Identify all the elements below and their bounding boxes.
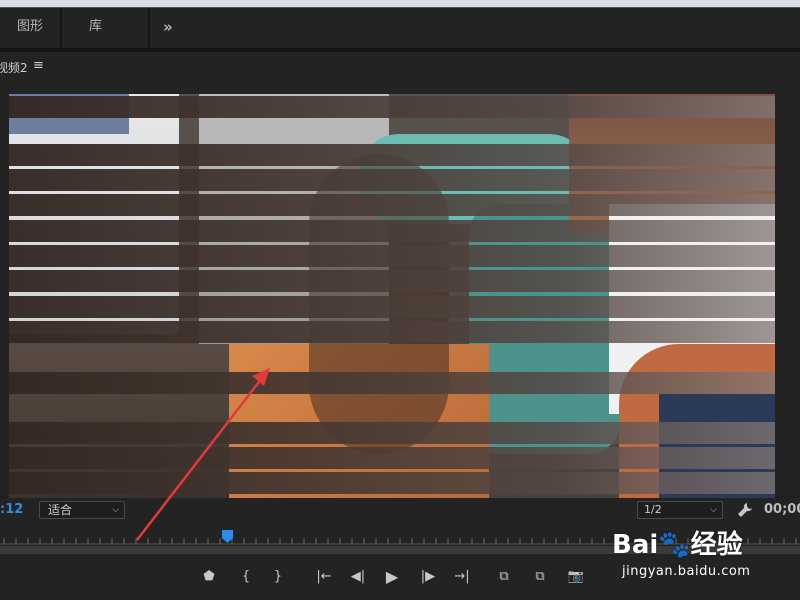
zoom-fit-select[interactable]: 适合 ⌵ bbox=[39, 501, 125, 519]
tab-divider bbox=[148, 8, 150, 48]
zoom-fit-value: 适合 bbox=[48, 503, 73, 517]
playhead-marker[interactable] bbox=[222, 530, 233, 543]
add-marker-button[interactable]: ⬟ bbox=[197, 565, 221, 587]
go-to-out-button[interactable]: →| bbox=[450, 565, 474, 587]
mark-in-button[interactable]: { bbox=[234, 565, 258, 587]
mark-out-button[interactable]: } bbox=[266, 565, 290, 587]
blind-stripe bbox=[9, 372, 775, 394]
tab-overflow-button[interactable]: » bbox=[163, 8, 173, 48]
watermark-logo-cn: 经验 bbox=[690, 530, 743, 560]
tab-divider bbox=[60, 8, 62, 48]
step-back-button[interactable]: ◀| bbox=[346, 565, 370, 587]
wrench-icon[interactable] bbox=[736, 501, 752, 519]
watermark-url: jingyan.baidu.com bbox=[622, 564, 751, 579]
blind-stripe bbox=[9, 144, 775, 166]
baidu-jingyan-watermark: Bai🐾经验 jingyan.baidu.com bbox=[612, 520, 792, 586]
duration-timecode: 00;00 bbox=[764, 502, 800, 517]
chevron-down-icon: ⌵ bbox=[710, 505, 717, 515]
blind-stripe bbox=[9, 245, 775, 267]
play-button[interactable]: ▶ bbox=[380, 565, 404, 587]
tab-libraries[interactable]: 库 bbox=[89, 8, 102, 48]
panel-menu-icon[interactable]: ≡ bbox=[33, 58, 44, 73]
panel-tab-bar: 图形 库 » bbox=[0, 8, 800, 48]
insert-button[interactable]: ⧉ bbox=[492, 565, 516, 587]
watermark-logo: Bai🐾经验 bbox=[612, 524, 743, 561]
blind-stripe bbox=[9, 447, 775, 469]
go-to-in-button[interactable]: |← bbox=[312, 565, 336, 587]
chevron-down-icon: ⌵ bbox=[112, 505, 119, 515]
step-forward-button[interactable]: |▶ bbox=[416, 565, 440, 587]
blind-stripe bbox=[9, 296, 775, 318]
blind-stripe bbox=[9, 321, 775, 343]
watermark-logo-text: Bai bbox=[612, 530, 659, 560]
blind-stripe bbox=[9, 96, 775, 118]
blind-stripe bbox=[9, 220, 775, 242]
program-monitor-header: 视频2 ≡ bbox=[0, 52, 800, 84]
export-frame-button[interactable]: 📷 bbox=[564, 565, 588, 587]
resolution-value: 1/2 bbox=[644, 503, 662, 516]
blind-stripe bbox=[9, 422, 775, 444]
overwrite-button[interactable]: ⧉ bbox=[528, 565, 552, 587]
panel-title[interactable]: 视频2 bbox=[0, 59, 28, 76]
paw-icon: 🐾 bbox=[658, 530, 691, 560]
playhead-timecode[interactable]: :12 bbox=[0, 502, 23, 517]
blind-stripe bbox=[9, 169, 775, 191]
blind-stripe bbox=[9, 194, 775, 216]
window-top-strip bbox=[0, 0, 800, 8]
playback-resolution-select[interactable]: 1/2 ⌵ bbox=[637, 501, 723, 519]
blind-stripe bbox=[9, 270, 775, 292]
tab-graphics[interactable]: 图形 bbox=[17, 8, 43, 48]
blind-stripe bbox=[9, 472, 775, 494]
